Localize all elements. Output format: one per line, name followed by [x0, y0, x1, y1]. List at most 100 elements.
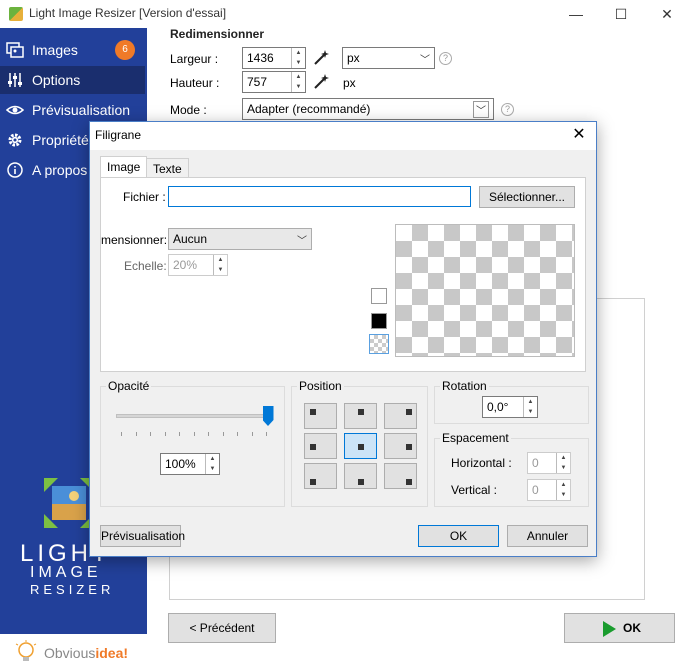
play-icon — [603, 621, 616, 637]
spin-down-icon: ▼ — [217, 267, 224, 273]
position-middle-left-button[interactable] — [304, 433, 337, 459]
preview-button[interactable]: Prévisualisation — [100, 525, 185, 547]
close-window-button[interactable]: ✕ — [657, 4, 677, 24]
spin-up-icon[interactable]: ▲ — [292, 48, 305, 58]
anchor-dot-icon — [358, 409, 364, 415]
spin-down-icon[interactable]: ▼ — [292, 58, 305, 68]
position-bottom-center-button[interactable] — [344, 463, 377, 489]
magic-wand-icon[interactable] — [312, 73, 330, 91]
ok-main-button[interactable]: OK — [564, 613, 675, 643]
dialog-close-icon[interactable]: ✕ — [570, 126, 588, 144]
sliders-icon — [8, 73, 22, 87]
dialog-cancel-button[interactable]: Annuler — [507, 525, 588, 547]
scale-input: 20% ▲ ▼ — [168, 254, 228, 276]
help-icon[interactable]: ? — [439, 52, 452, 65]
spin-down-icon[interactable]: ▼ — [292, 82, 305, 92]
vertical-spacing-label: Vertical : — [451, 483, 498, 497]
position-bottom-left-button[interactable] — [304, 463, 337, 489]
position-top-left-button[interactable] — [304, 403, 337, 429]
unit-select-value: px — [347, 51, 360, 65]
slider-tick — [251, 432, 253, 436]
horizontal-spacing-input: 0 ▲ ▼ — [527, 452, 571, 474]
watermark-dialog: Filigrane ✕ Image Texte Fichier : Sélect… — [89, 121, 597, 557]
opacity-slider-track[interactable] — [116, 414, 268, 418]
position-center-button[interactable] — [344, 433, 377, 459]
previous-button[interactable]: < Précédent — [168, 613, 276, 643]
background-transparent-swatch[interactable] — [369, 334, 389, 354]
gear-icon — [8, 133, 22, 147]
window-title: Light Image Resizer [Version d'essai] — [29, 6, 227, 20]
spacing-group: Espacement Horizontal : 0 ▲ ▼ Vertical : … — [434, 431, 589, 507]
position-top-right-button[interactable] — [384, 403, 417, 429]
height-value: 757 — [247, 75, 268, 89]
mode-select-value: Adapter (recommandé) — [247, 102, 371, 116]
vertical-spacing-input: 0 ▲ ▼ — [527, 479, 571, 501]
slider-tick — [193, 432, 195, 436]
images-icon — [6, 42, 24, 58]
minimize-button[interactable]: — — [566, 4, 586, 24]
spin-up-icon: ▲ — [560, 455, 567, 461]
anchor-dot-icon — [358, 479, 364, 485]
width-input[interactable]: 1436 ▲ ▼ — [242, 47, 306, 69]
brand-name: Obviousidea! — [44, 645, 128, 661]
sidebar-item-label: Images — [32, 42, 78, 58]
unit-select[interactable]: px ﹀ — [342, 47, 435, 69]
tab-text[interactable]: Texte — [146, 158, 189, 178]
position-middle-right-button[interactable] — [384, 433, 417, 459]
spin-down-icon: ▼ — [560, 492, 567, 498]
height-input[interactable]: 757 ▲ ▼ — [242, 71, 306, 93]
spin-down-icon[interactable]: ▼ — [524, 407, 537, 417]
background-black-swatch[interactable] — [371, 313, 387, 329]
resize-mode-select[interactable]: Aucun ﹀ — [168, 228, 312, 250]
slider-tick — [266, 432, 267, 436]
horizontal-spacing-value: 0 — [532, 456, 539, 470]
sidebar-item-images[interactable]: Images 6 — [0, 36, 145, 64]
mode-label: Mode : — [170, 103, 207, 117]
opacity-group: Opacité 100% ▲ ▼ — [100, 379, 285, 507]
spin-down-icon[interactable]: ▼ — [206, 464, 219, 474]
sidebar-item-label: Prévisualisation — [32, 102, 131, 118]
sidebar-item-preview[interactable]: Prévisualisation — [0, 96, 145, 124]
app-icon — [9, 7, 23, 21]
app-logo-icon — [44, 478, 94, 528]
images-count-badge: 6 — [115, 40, 135, 60]
spin-up-icon[interactable]: ▲ — [524, 397, 537, 407]
sidebar-item-options[interactable]: Options — [0, 66, 145, 94]
position-title: Position — [297, 379, 344, 393]
mode-select[interactable]: Adapter (recommandé) ﹀ — [242, 98, 494, 120]
spacing-title: Espacement — [440, 431, 511, 445]
height-spinner[interactable]: ▲ ▼ — [291, 72, 305, 92]
slider-tick — [164, 432, 166, 436]
select-file-button[interactable]: Sélectionner... — [479, 186, 575, 208]
width-spinner[interactable]: ▲ ▼ — [291, 48, 305, 68]
slider-tick — [135, 432, 137, 436]
background-white-swatch[interactable] — [371, 288, 387, 304]
opacity-spinner[interactable]: ▲ ▼ — [205, 454, 219, 474]
magic-wand-icon[interactable] — [312, 49, 330, 67]
sidebar-item-label: A propos — [32, 162, 88, 178]
help-icon[interactable]: ? — [501, 103, 514, 116]
chevron-down-icon: ﹀ — [420, 55, 430, 66]
slider-tick — [150, 432, 151, 436]
anchor-dot-icon — [310, 409, 316, 415]
dialog-ok-button[interactable]: OK — [418, 525, 499, 547]
rotation-input[interactable]: 0,0° ▲ ▼ — [482, 396, 538, 418]
maximize-button[interactable]: ☐ — [611, 4, 631, 24]
rotation-group: Rotation 0,0° ▲ ▼ — [434, 379, 589, 424]
brand-name-part1: Obvious — [44, 645, 96, 661]
position-bottom-right-button[interactable] — [384, 463, 417, 489]
vertical-spacing-value: 0 — [532, 483, 539, 497]
watermark-preview-canvas — [395, 224, 575, 357]
spin-up-icon[interactable]: ▲ — [292, 72, 305, 82]
rotation-spinner[interactable]: ▲ ▼ — [523, 397, 537, 417]
position-top-center-button[interactable] — [344, 403, 377, 429]
opacity-input[interactable]: 100% ▲ ▼ — [160, 453, 220, 475]
spin-down-icon: ▼ — [560, 465, 567, 471]
tab-image[interactable]: Image — [100, 156, 148, 178]
opacity-title: Opacité — [106, 379, 152, 393]
spin-up-icon[interactable]: ▲ — [206, 454, 219, 464]
opacity-slider-thumb[interactable] — [262, 406, 274, 426]
resize-mode-value: Aucun — [173, 232, 208, 246]
file-path-input[interactable] — [168, 186, 471, 207]
slider-tick — [222, 432, 224, 436]
